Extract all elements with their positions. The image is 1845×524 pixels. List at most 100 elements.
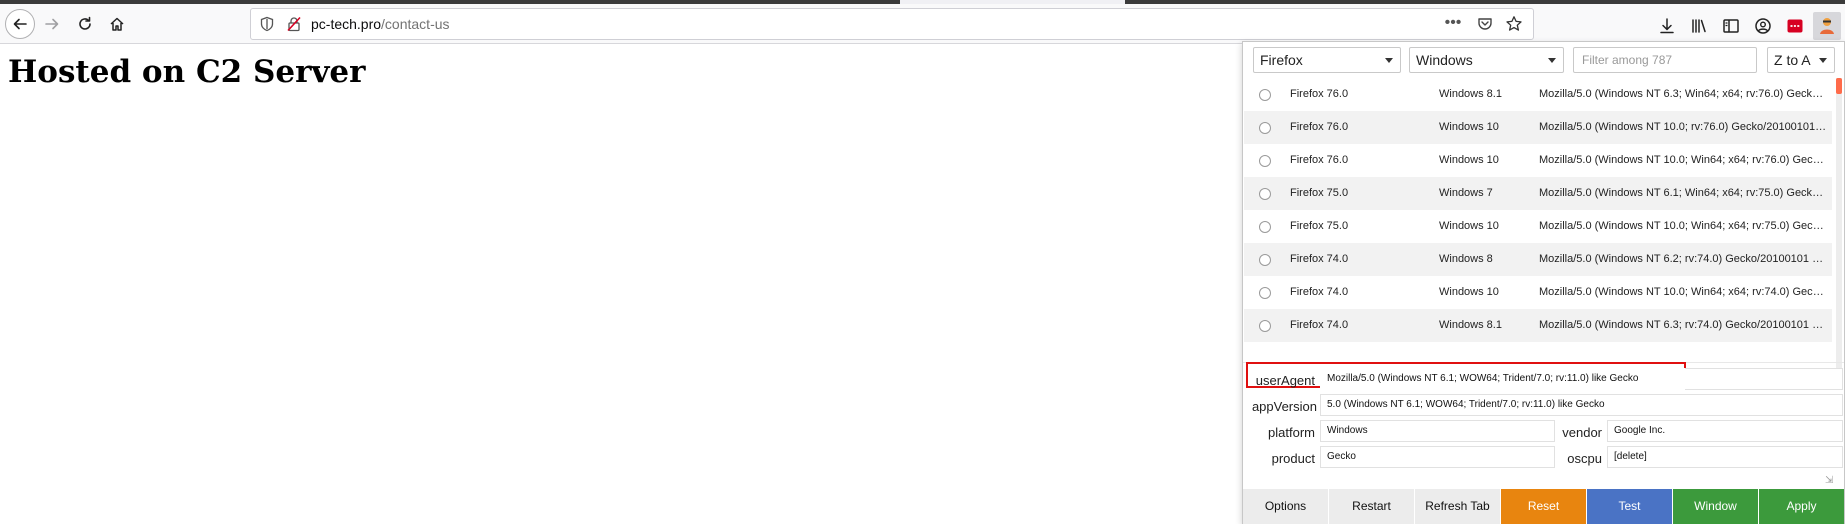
downloads-icon[interactable] <box>1658 17 1676 35</box>
sort-select[interactable]: Z to A <box>1767 47 1835 73</box>
useragent-label: userAgent <box>1255 373 1315 388</box>
row-browser: Firefox 76.0 <box>1290 154 1349 166</box>
home-icon <box>110 17 124 31</box>
useragent-field-tail <box>1685 368 1843 390</box>
row-os: Windows 8.1 <box>1439 319 1502 331</box>
apply-button[interactable]: Apply <box>1759 489 1844 524</box>
resize-grip-icon[interactable]: ⇲ <box>1825 475 1837 487</box>
row-browser: Firefox 76.0 <box>1290 88 1349 100</box>
radio-button[interactable] <box>1259 155 1271 167</box>
back-button[interactable] <box>5 9 35 39</box>
user-agent-switcher-icon <box>1820 18 1834 34</box>
radio-button[interactable] <box>1259 287 1271 299</box>
extension-red-icon[interactable] <box>1786 17 1804 35</box>
vendor-label: vendor <box>1562 425 1602 440</box>
list-item[interactable]: Firefox 74.0 Windows 8 Mozilla/5.0 (Wind… <box>1244 243 1832 276</box>
sidebar-icon[interactable] <box>1722 17 1740 35</box>
row-os: Windows 10 <box>1439 154 1499 166</box>
platform-value: Windows <box>1327 425 1368 436</box>
row-browser: Firefox 76.0 <box>1290 121 1349 133</box>
list-item[interactable]: Firefox 74.0 Windows 10 Mozilla/5.0 (Win… <box>1244 276 1832 309</box>
options-button[interactable]: Options <box>1243 489 1329 524</box>
list-item[interactable]: Firefox 76.0 Windows 10 Mozilla/5.0 (Win… <box>1244 111 1832 144</box>
navigation-toolbar: pc-tech.pro/contact-us ••• <box>0 4 1845 44</box>
reload-button[interactable] <box>70 9 100 39</box>
row-user-agent: Mozilla/5.0 (Windows NT 10.0; Win64; x64… <box>1539 286 1829 298</box>
pocket-icon[interactable] <box>1477 16 1493 32</box>
row-user-agent: Mozilla/5.0 (Windows NT 6.3; rv:74.0) Ge… <box>1539 319 1829 331</box>
product-field[interactable]: Gecko <box>1320 446 1555 468</box>
home-button[interactable] <box>102 9 132 39</box>
row-user-agent: Mozilla/5.0 (Windows NT 10.0; Win64; x64… <box>1539 154 1829 166</box>
insecure-lock-icon[interactable] <box>286 16 302 32</box>
os-select[interactable]: Windows <box>1409 47 1564 73</box>
filter-input[interactable]: Filter among 787 <box>1573 47 1757 73</box>
platform-label: platform <box>1268 425 1315 440</box>
radio-button[interactable] <box>1259 89 1271 101</box>
list-item[interactable]: Firefox 75.0 Windows 7 Mozilla/5.0 (Wind… <box>1244 177 1832 210</box>
appversion-field[interactable]: 5.0 (Windows NT 6.1; WOW64; Trident/7.0;… <box>1320 394 1843 416</box>
forward-button[interactable] <box>37 9 67 39</box>
user-agent-switcher-button[interactable] <box>1813 12 1841 40</box>
window-button[interactable]: Window <box>1673 489 1759 524</box>
browser-select[interactable]: Firefox <box>1253 47 1401 73</box>
radio-button[interactable] <box>1259 221 1271 233</box>
list-scrollbar[interactable] <box>1836 78 1842 378</box>
back-arrow-icon <box>13 18 27 30</box>
vendor-value: Google Inc. <box>1614 425 1666 436</box>
url-host: pc-tech.pro <box>311 16 382 32</box>
row-browser: Firefox 75.0 <box>1290 187 1349 199</box>
oscpu-label: oscpu <box>1567 451 1602 466</box>
user-agent-switcher-panel: Firefox Windows Filter among 787 Z to A … <box>1242 41 1845 524</box>
library-icon[interactable] <box>1690 17 1708 35</box>
account-icon[interactable] <box>1754 17 1772 35</box>
page-heading: Hosted on C2 Server <box>8 54 366 90</box>
appversion-label: appVersion <box>1251 399 1317 414</box>
row-browser: Firefox 75.0 <box>1290 220 1349 232</box>
radio-button[interactable] <box>1259 254 1271 266</box>
bookmark-star-icon[interactable] <box>1505 15 1523 33</box>
action-button-bar: Options Restart Refresh Tab Reset Test W… <box>1243 489 1844 524</box>
list-item[interactable]: Firefox 76.0 Windows 8.1 Mozilla/5.0 (Wi… <box>1244 78 1832 111</box>
row-browser: Firefox 74.0 <box>1290 319 1349 331</box>
row-browser: Firefox 74.0 <box>1290 286 1349 298</box>
appversion-value: 5.0 (Windows NT 6.1; WOW64; Trident/7.0;… <box>1327 399 1605 410</box>
filter-placeholder: Filter among 787 <box>1582 53 1673 67</box>
sort-select-value: Z to A <box>1774 52 1811 68</box>
row-os: Windows 7 <box>1439 187 1493 199</box>
oscpu-value: [delete] <box>1614 451 1647 462</box>
browser-select-value: Firefox <box>1260 52 1303 68</box>
test-button[interactable]: Test <box>1587 489 1673 524</box>
url-path: /contact-us <box>381 16 450 32</box>
radio-button[interactable] <box>1259 320 1271 332</box>
vendor-field[interactable]: Google Inc. <box>1607 420 1843 442</box>
chevron-down-icon <box>1548 58 1556 63</box>
user-agent-list: Firefox 76.0 Windows 8.1 Mozilla/5.0 (Wi… <box>1244 78 1832 378</box>
list-item[interactable]: Firefox 75.0 Windows 10 Mozilla/5.0 (Win… <box>1244 210 1832 243</box>
row-user-agent: Mozilla/5.0 (Windows NT 10.0; Win64; x64… <box>1539 220 1829 232</box>
row-os: Windows 10 <box>1439 286 1499 298</box>
tracking-shield-icon[interactable] <box>259 16 275 32</box>
row-user-agent: Mozilla/5.0 (Windows NT 6.3; Win64; x64;… <box>1539 88 1829 100</box>
list-scrollbar-thumb[interactable] <box>1836 78 1842 94</box>
radio-button[interactable] <box>1259 188 1271 200</box>
browser-window: pc-tech.pro/contact-us ••• Hosted on C2 … <box>0 0 1845 524</box>
row-user-agent: Mozilla/5.0 (Windows NT 6.2; rv:74.0) Ge… <box>1539 253 1829 265</box>
reload-icon <box>79 16 91 30</box>
row-os: Windows 10 <box>1439 220 1499 232</box>
row-os: Windows 10 <box>1439 121 1499 133</box>
useragent-value: Mozilla/5.0 (Windows NT 6.1; WOW64; Trid… <box>1327 373 1639 384</box>
oscpu-field[interactable]: [delete] <box>1607 446 1843 468</box>
row-browser: Firefox 74.0 <box>1290 253 1349 265</box>
refresh-tab-button[interactable]: Refresh Tab <box>1415 489 1501 524</box>
url-bar[interactable]: pc-tech.pro/contact-us ••• <box>250 8 1534 40</box>
reset-button[interactable]: Reset <box>1501 489 1587 524</box>
row-user-agent: Mozilla/5.0 (Windows NT 10.0; rv:76.0) G… <box>1539 121 1829 133</box>
radio-button[interactable] <box>1259 122 1271 134</box>
page-actions-menu-icon[interactable]: ••• <box>1443 15 1463 33</box>
restart-button[interactable]: Restart <box>1329 489 1415 524</box>
list-item[interactable]: Firefox 76.0 Windows 10 Mozilla/5.0 (Win… <box>1244 144 1832 177</box>
platform-field[interactable]: Windows <box>1320 420 1555 442</box>
url-text[interactable]: pc-tech.pro/contact-us <box>311 16 450 32</box>
list-item[interactable]: Firefox 74.0 Windows 8.1 Mozilla/5.0 (Wi… <box>1244 309 1832 342</box>
